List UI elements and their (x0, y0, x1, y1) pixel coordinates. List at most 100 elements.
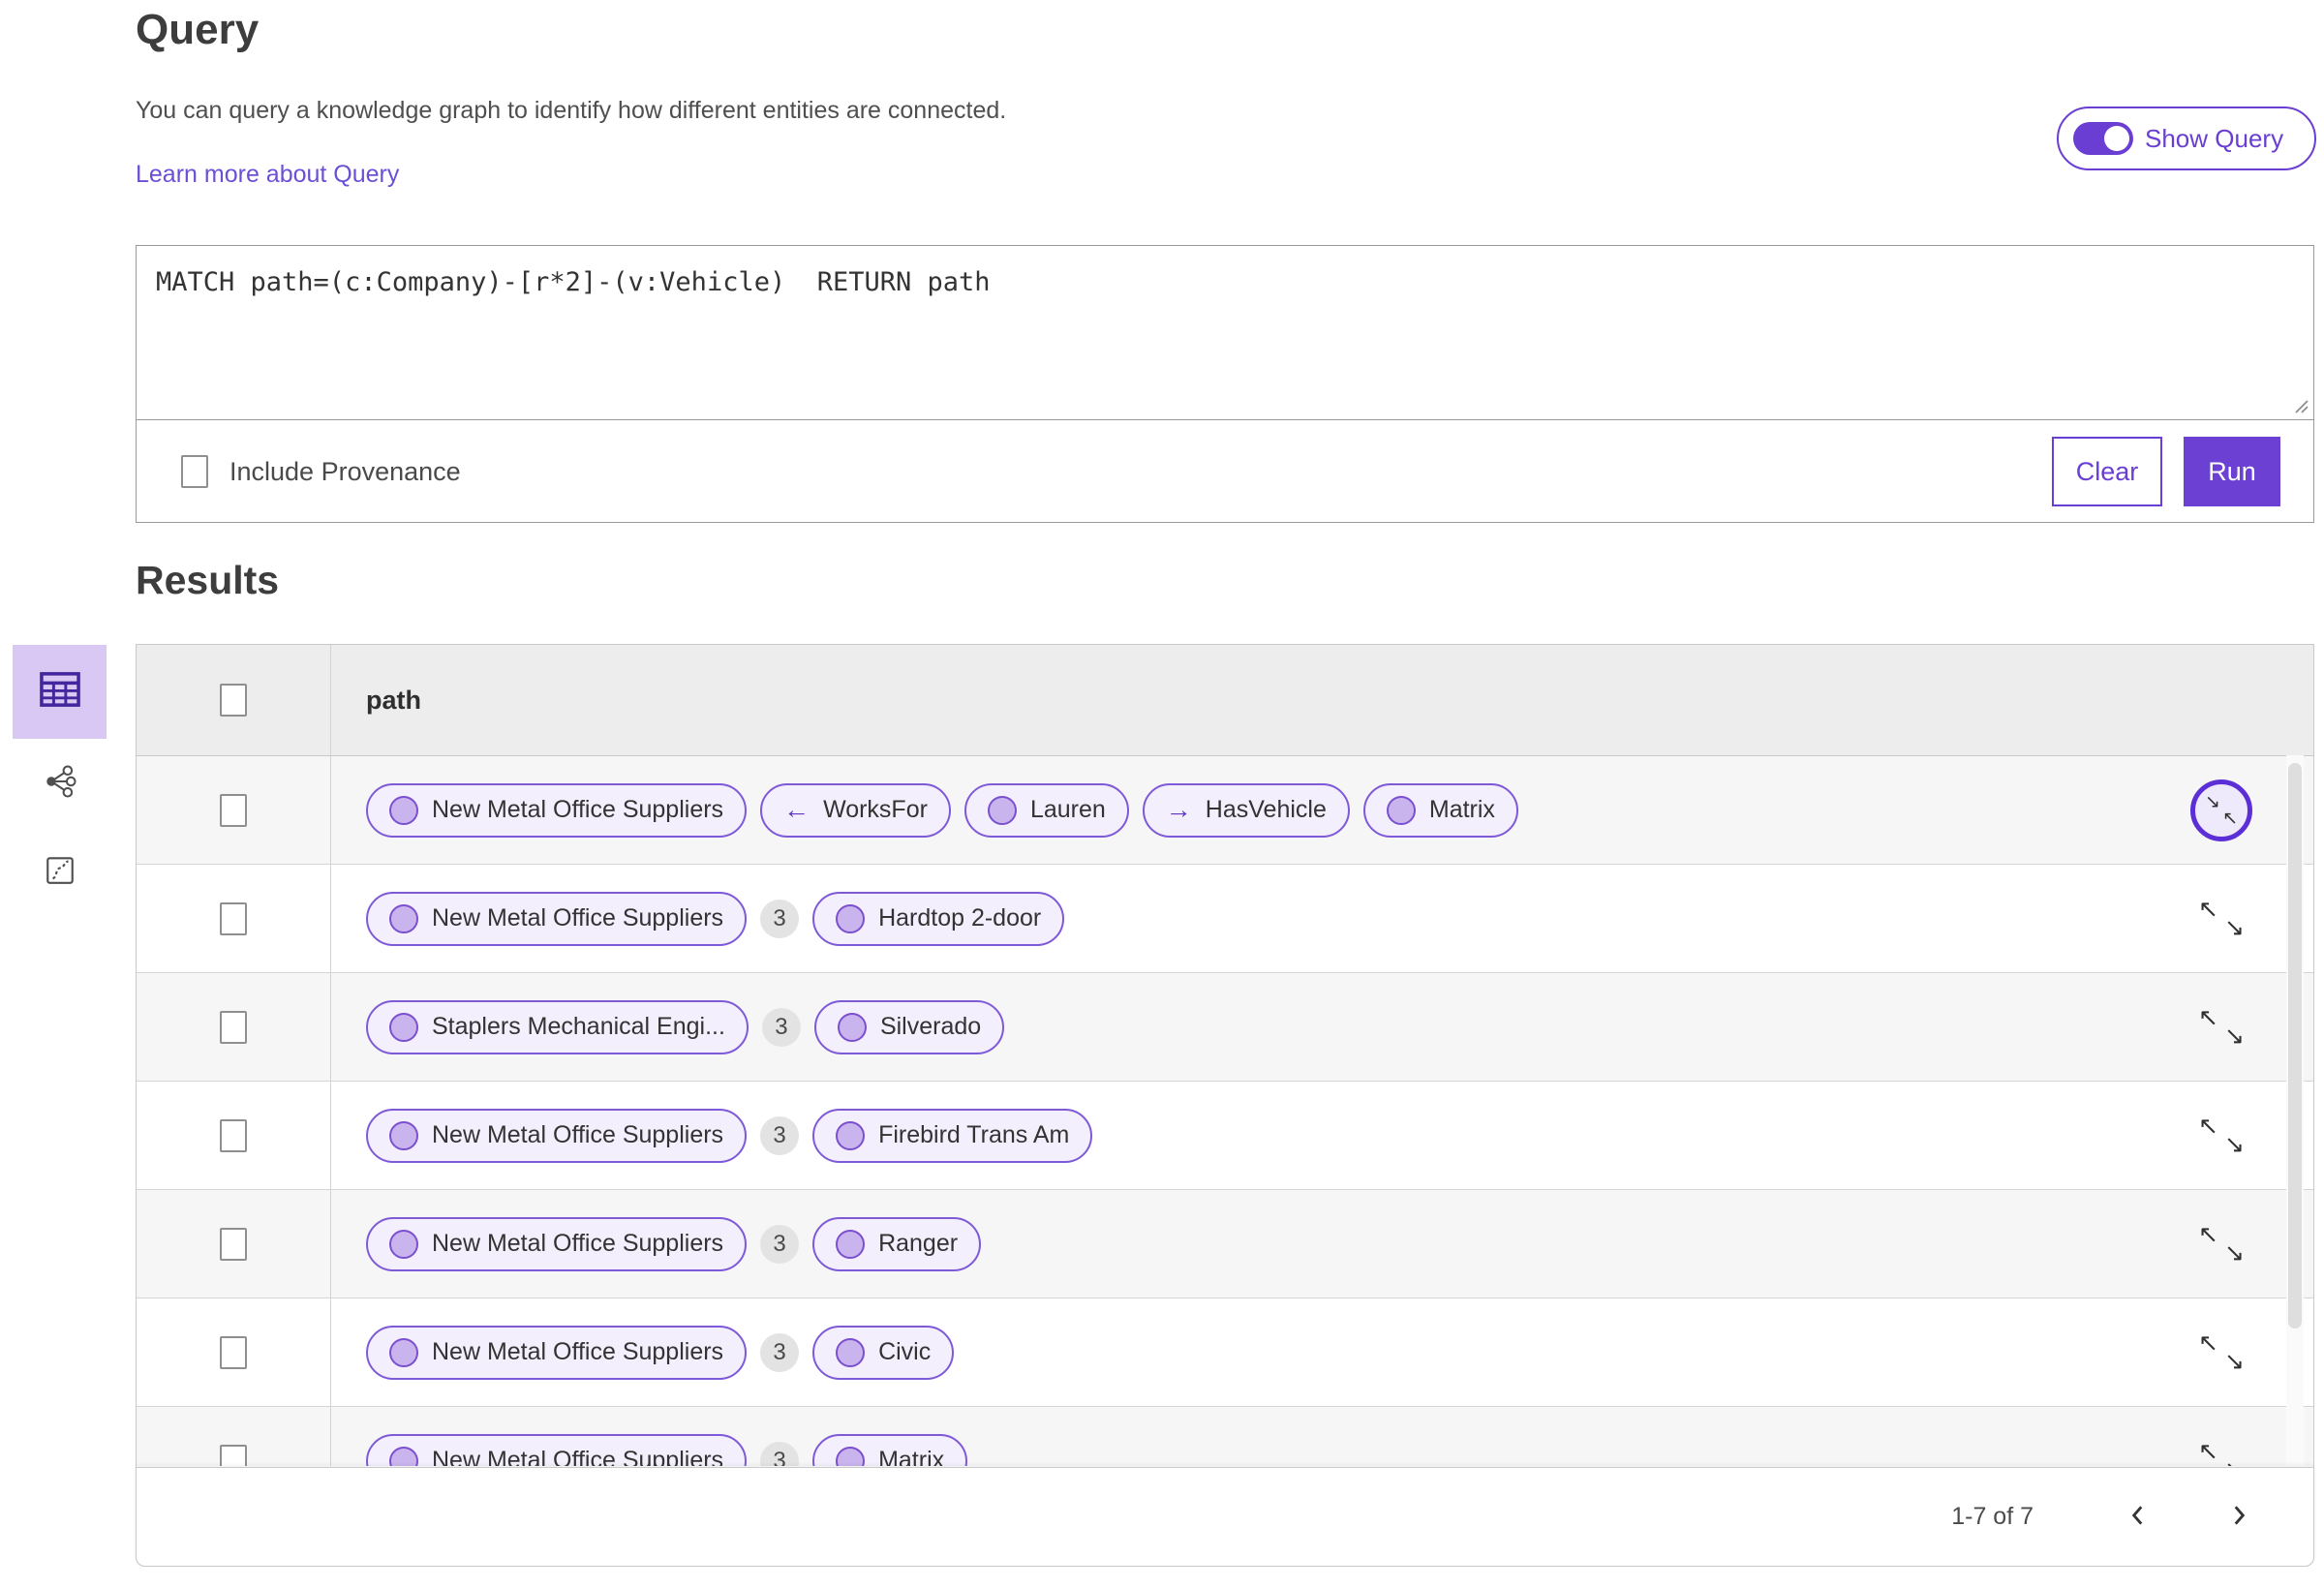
expand-row-button[interactable]: ↖↘ (2198, 1114, 2245, 1158)
entity-dot-icon (389, 1229, 418, 1259)
entity-pill[interactable]: Staplers Mechanical Engi... (366, 999, 749, 1054)
entity-dot-icon (389, 1120, 418, 1150)
row-checkbox-cell (137, 756, 331, 864)
entity-pill[interactable]: Matrix (812, 1433, 968, 1466)
expand-row-button[interactable]: ↖↘ (2198, 1330, 2245, 1375)
entity-pill[interactable]: Lauren (963, 782, 1129, 838)
entity-dot-icon (389, 903, 418, 933)
expand-row-button[interactable]: ↖↘ (2198, 1005, 2245, 1049)
row-checkbox[interactable] (220, 1444, 247, 1466)
entity-dot-icon (836, 1120, 866, 1150)
entity-dot-icon (836, 1337, 866, 1367)
entity-dot-icon (836, 903, 866, 933)
row-checkbox[interactable] (220, 1227, 247, 1261)
entity-dot-icon (389, 1446, 418, 1466)
query-text-input[interactable]: MATCH path=(c:Company)-[r*2]-(v:Vehicle)… (137, 246, 2313, 420)
entity-pill[interactable]: Ranger (812, 1216, 982, 1271)
link-chart-view-icon (43, 764, 77, 804)
row-checkbox-cell (137, 865, 331, 972)
table-row: New Metal Office Suppliers ← WorksFor Laure… (137, 756, 2313, 865)
table-row: New Metal Office Suppliers3Matrix↖↘ (137, 1407, 2313, 1466)
query-editor-panel: MATCH path=(c:Company)-[r*2]-(v:Vehicle)… (136, 245, 2314, 523)
toggle-switch-on[interactable] (2073, 122, 2133, 155)
entity-pill[interactable]: Firebird Trans Am (812, 1108, 1093, 1163)
row-checkbox[interactable] (220, 901, 247, 935)
entity-pill[interactable]: Silverado (813, 999, 1005, 1054)
entity-label: Hardtop 2-door (878, 904, 1042, 931)
row-checkbox[interactable] (220, 1010, 247, 1044)
expand-row-button[interactable]: ↖↘ (2198, 897, 2245, 941)
relationship-pill[interactable]: ← WorksFor (760, 782, 951, 838)
entity-dot-icon (389, 1337, 418, 1367)
collapse-row-button[interactable]: ↘ ↖ (2190, 779, 2252, 841)
show-query-toggle-button[interactable]: Show Query (2057, 107, 2316, 170)
row-checkbox-cell (137, 1082, 331, 1189)
path-cell: New Metal Office Suppliers 3 Ranger (331, 1190, 2158, 1298)
entity-pill[interactable]: New Metal Office Suppliers (366, 1433, 748, 1466)
entity-pill[interactable]: New Metal Office Suppliers (366, 891, 748, 946)
row-checkbox[interactable] (220, 793, 247, 827)
results-table: path New Metal Office Suppliers ← WorksFor… (136, 644, 2314, 1567)
next-page-button[interactable] (2217, 1495, 2261, 1540)
expand-arrows-icon: ↘ (2224, 913, 2245, 941)
map-view-tab[interactable] (13, 828, 107, 917)
run-button[interactable]: Run (2184, 437, 2280, 506)
entity-label: Firebird Trans Am (878, 1121, 1070, 1148)
entity-label: Lauren (1029, 796, 1106, 823)
entity-pill[interactable]: Civic (812, 1325, 955, 1380)
row-checkbox[interactable] (220, 1335, 247, 1369)
entity-label: New Metal Office Suppliers (432, 796, 724, 823)
entity-pill[interactable]: New Metal Office Suppliers (366, 1216, 748, 1271)
row-expand-cell: ↘ ↖ (2158, 756, 2284, 864)
pagination-bar: 1-7 of 7 (136, 1467, 2314, 1567)
entity-label: Ranger (878, 1230, 959, 1257)
expand-row-button[interactable]: ↖↘ (2198, 1222, 2245, 1267)
row-checkbox[interactable] (220, 1118, 247, 1152)
row-expand-cell: ↖↘ (2158, 1407, 2284, 1466)
vertical-scrollbar-thumb[interactable] (2288, 763, 2302, 1328)
expand-arrows-icon: ↘ (2224, 1347, 2245, 1375)
chevron-left-icon (2125, 1503, 2151, 1531)
link-chart-view-tab[interactable] (13, 739, 107, 828)
relationship-label: WorksFor (823, 796, 928, 823)
entity-pill[interactable]: New Metal Office Suppliers (366, 1108, 748, 1163)
entity-pill[interactable]: Matrix (1362, 782, 1518, 838)
entity-label: New Metal Office Suppliers (432, 1121, 724, 1148)
textarea-resize-handle-icon[interactable] (2292, 397, 2309, 419)
relationship-direction-arrow-icon: → (1165, 795, 1192, 824)
relationship-count-badge: 3 (761, 1007, 801, 1047)
map-view-icon (44, 854, 76, 892)
expand-arrows-icon: ↘ (2224, 1238, 2245, 1267)
table-row: New Metal Office Suppliers 3 Civic ↖ ↘ (137, 1298, 2313, 1407)
include-provenance-checkbox[interactable] (181, 455, 208, 488)
entity-pill[interactable]: New Metal Office Suppliers (366, 1325, 748, 1380)
show-query-label: Show Query (2145, 123, 2284, 153)
row-expand-cell: ↖↘ (2158, 1082, 2284, 1189)
previous-page-button[interactable] (2116, 1495, 2160, 1540)
row-expand-cell: ↖↘ (2158, 973, 2284, 1081)
expand-arrows-icon: ↘ (2224, 1130, 2245, 1158)
relationship-pill[interactable]: → HasVehicle (1142, 782, 1350, 838)
expand-row-button[interactable]: ↖↘ (2198, 1439, 2245, 1466)
learn-more-link[interactable]: Learn more about Query (136, 161, 399, 189)
select-all-checkbox[interactable] (220, 684, 247, 717)
entity-label: Matrix (878, 1447, 945, 1466)
results-title: Results (136, 558, 280, 602)
clear-button[interactable]: Clear (2052, 437, 2162, 506)
table-view-tab[interactable] (13, 645, 107, 739)
vertical-scrollbar-track[interactable] (2286, 755, 2304, 1466)
entity-dot-icon (836, 1446, 866, 1466)
entity-pill[interactable]: Hardtop 2-door (812, 891, 1065, 946)
path-cell: Staplers Mechanical Engi... 3 Silverado (331, 973, 2158, 1081)
relationship-count-badge: 3 (760, 1332, 800, 1372)
row-expand-cell: ↖↘ (2158, 1190, 2284, 1298)
select-all-cell (137, 645, 331, 755)
table-row: New Metal Office Suppliers 3 Ranger ↖ ↘ (137, 1190, 2313, 1298)
expand-arrows-icon: ↘ (2224, 1457, 2245, 1466)
entity-label: New Metal Office Suppliers (432, 1338, 724, 1365)
entity-dot-icon (837, 1012, 867, 1042)
entity-pill[interactable]: New Metal Office Suppliers (366, 782, 748, 838)
include-provenance-label: Include Provenance (229, 456, 461, 486)
query-page: Query You can query a knowledge graph to… (0, 0, 2324, 1588)
collapse-arrows-icon: ↖ (2222, 808, 2238, 829)
